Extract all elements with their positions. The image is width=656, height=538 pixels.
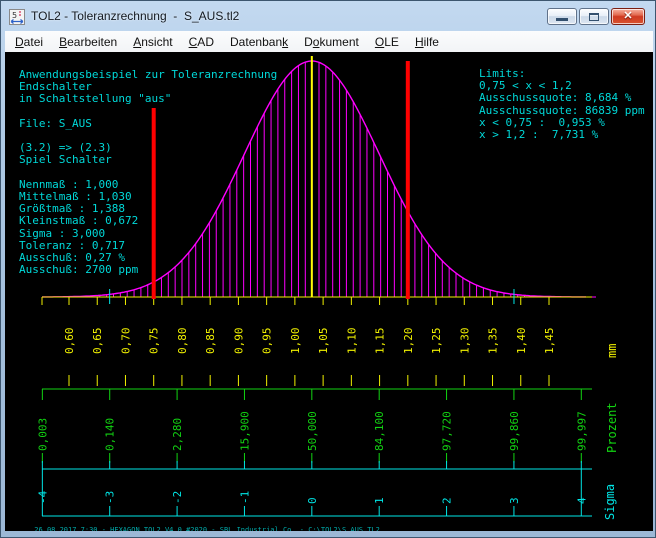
sigma-tick-label: 1 xyxy=(373,497,386,504)
percent-tick-label: 2,280 xyxy=(171,418,184,451)
info-line: in Schaltstellung "aus" xyxy=(19,93,277,105)
menu-item[interactable]: Bearbeiten xyxy=(51,33,125,51)
sigma-axis-unit-label: Sigma xyxy=(603,484,617,520)
x-axis-tick-label: 1,35 xyxy=(487,327,500,354)
x-axis-tick-label: 1,00 xyxy=(289,328,302,355)
menu-item[interactable]: Datenbank xyxy=(222,33,296,51)
maximize-icon xyxy=(589,13,599,21)
window-title: TOL2 - Toleranzrechnung - S_AUS.tl2 xyxy=(31,9,239,23)
info-line: Ausschussquote: 86839 ppm xyxy=(479,105,645,117)
info-line: Ausschussquote: 8,684 % xyxy=(479,92,645,104)
x-axis-tick-label: 1,15 xyxy=(374,328,387,355)
info-block-limits: Limits:0,75 < x < 1,2Ausschussquote: 8,6… xyxy=(479,68,645,141)
sigma-tick-label: -4 xyxy=(36,490,49,504)
info-line: Sigma : 3,000 xyxy=(19,228,277,240)
x-axis-tick-label: 1,40 xyxy=(515,328,528,355)
x-axis-unit-label: mm xyxy=(605,344,619,358)
sigma-tick-label: -3 xyxy=(104,491,117,504)
sigma-tick-label: 0 xyxy=(306,497,319,504)
close-icon: ✕ xyxy=(623,11,632,22)
x-axis-tick-label: 1,30 xyxy=(458,328,471,355)
x-axis-tick-label: 1,45 xyxy=(543,328,556,355)
info-line xyxy=(19,167,277,179)
info-line xyxy=(19,106,277,118)
sigma-tick-label: -2 xyxy=(171,491,184,504)
percent-tick-label: 15,900 xyxy=(238,411,251,451)
x-axis-tick-label: 1,20 xyxy=(402,328,415,355)
status-bar: 26.08.2017 7:30 - HEXAGON TOL2 V4.0 #202… xyxy=(9,518,651,530)
caption-buttons: ✕ xyxy=(547,8,645,25)
x-axis-tick-label: 0,75 xyxy=(148,328,161,355)
maximize-button[interactable] xyxy=(579,8,609,25)
close-button[interactable]: ✕ xyxy=(611,8,645,25)
app-icon[interactable]: 5 xyxy=(9,9,25,25)
percent-tick-label: 99,997 xyxy=(575,411,588,451)
info-line: Kleinstmaß : 0,672 xyxy=(19,215,277,227)
percent-axis-unit-label: Prozent xyxy=(605,402,619,453)
chart-canvas: 0,60 0,65 0,70 0,75 0,80 0,85 0,90 0,95 1,00 1,05… xyxy=(5,52,653,531)
percent-tick-label: 0,140 xyxy=(104,418,117,451)
app-icon-digit: 5 xyxy=(12,11,17,20)
percent-tick-label: 84,100 xyxy=(373,411,386,451)
x-axis-tick-label: 1,25 xyxy=(430,328,443,355)
x-axis-tick-label: 0,85 xyxy=(204,328,217,355)
info-line: Ausschuß: 2700 ppm xyxy=(19,264,277,276)
x-axis-tick-label: 1,05 xyxy=(317,328,330,355)
percent-tick-label: 97,720 xyxy=(441,411,454,451)
status-text: 26.08.2017 7:30 - HEXAGON TOL2 V4.0 #202… xyxy=(34,526,380,531)
minimize-icon xyxy=(556,18,568,21)
sigma-tick-label: 2 xyxy=(441,497,454,504)
percent-tick-label: 99,860 xyxy=(508,411,521,451)
info-line: x > 1,2 : 7,731 % xyxy=(479,129,645,141)
x-axis-tick-label: 1,10 xyxy=(345,328,358,355)
sigma-tick-label: -1 xyxy=(238,491,251,504)
title-bar: 5 TOL2 - Toleranzrechnung - S_AUS.tl2 ✕ xyxy=(1,1,655,31)
menu-item[interactable]: CAD xyxy=(181,33,222,51)
desktop: { "window": { "title": "TOL2 - Toleranzr… xyxy=(0,0,656,538)
x-axis-tick-label: 0,80 xyxy=(176,328,189,355)
sigma-tick-label: 3 xyxy=(508,497,521,504)
menu-item[interactable]: Hilfe xyxy=(407,33,447,51)
menu-bar: DateiBearbeitenAnsichtCADDatenbankDokume… xyxy=(5,31,653,52)
x-axis-tick-label: 0,90 xyxy=(232,328,245,355)
x-axis-tick-label: 0,95 xyxy=(261,328,274,355)
info-line: Spiel Schalter xyxy=(19,154,277,166)
x-axis-tick-label: 0,60 xyxy=(63,328,76,355)
minimize-button[interactable] xyxy=(547,8,577,25)
sigma-tick-label: 4 xyxy=(575,497,588,504)
app-window: 5 TOL2 - Toleranzrechnung - S_AUS.tl2 ✕ … xyxy=(0,0,656,538)
info-line: File: S_AUS xyxy=(19,118,277,130)
x-axis-tick-label: 0,65 xyxy=(91,328,104,355)
menu-item[interactable]: Dokument xyxy=(296,33,367,51)
x-axis-tick-label: 0,70 xyxy=(119,328,132,355)
menu-item[interactable]: Datei xyxy=(7,33,51,51)
menu-item[interactable]: Ansicht xyxy=(125,33,180,51)
info-block-left: Anwendungsbeispiel zur ToleranzrechnungE… xyxy=(19,69,277,276)
percent-tick-label: 0,003 xyxy=(36,418,49,451)
menu-item[interactable]: OLE xyxy=(367,33,407,51)
percent-tick-label: 50,000 xyxy=(306,411,319,451)
